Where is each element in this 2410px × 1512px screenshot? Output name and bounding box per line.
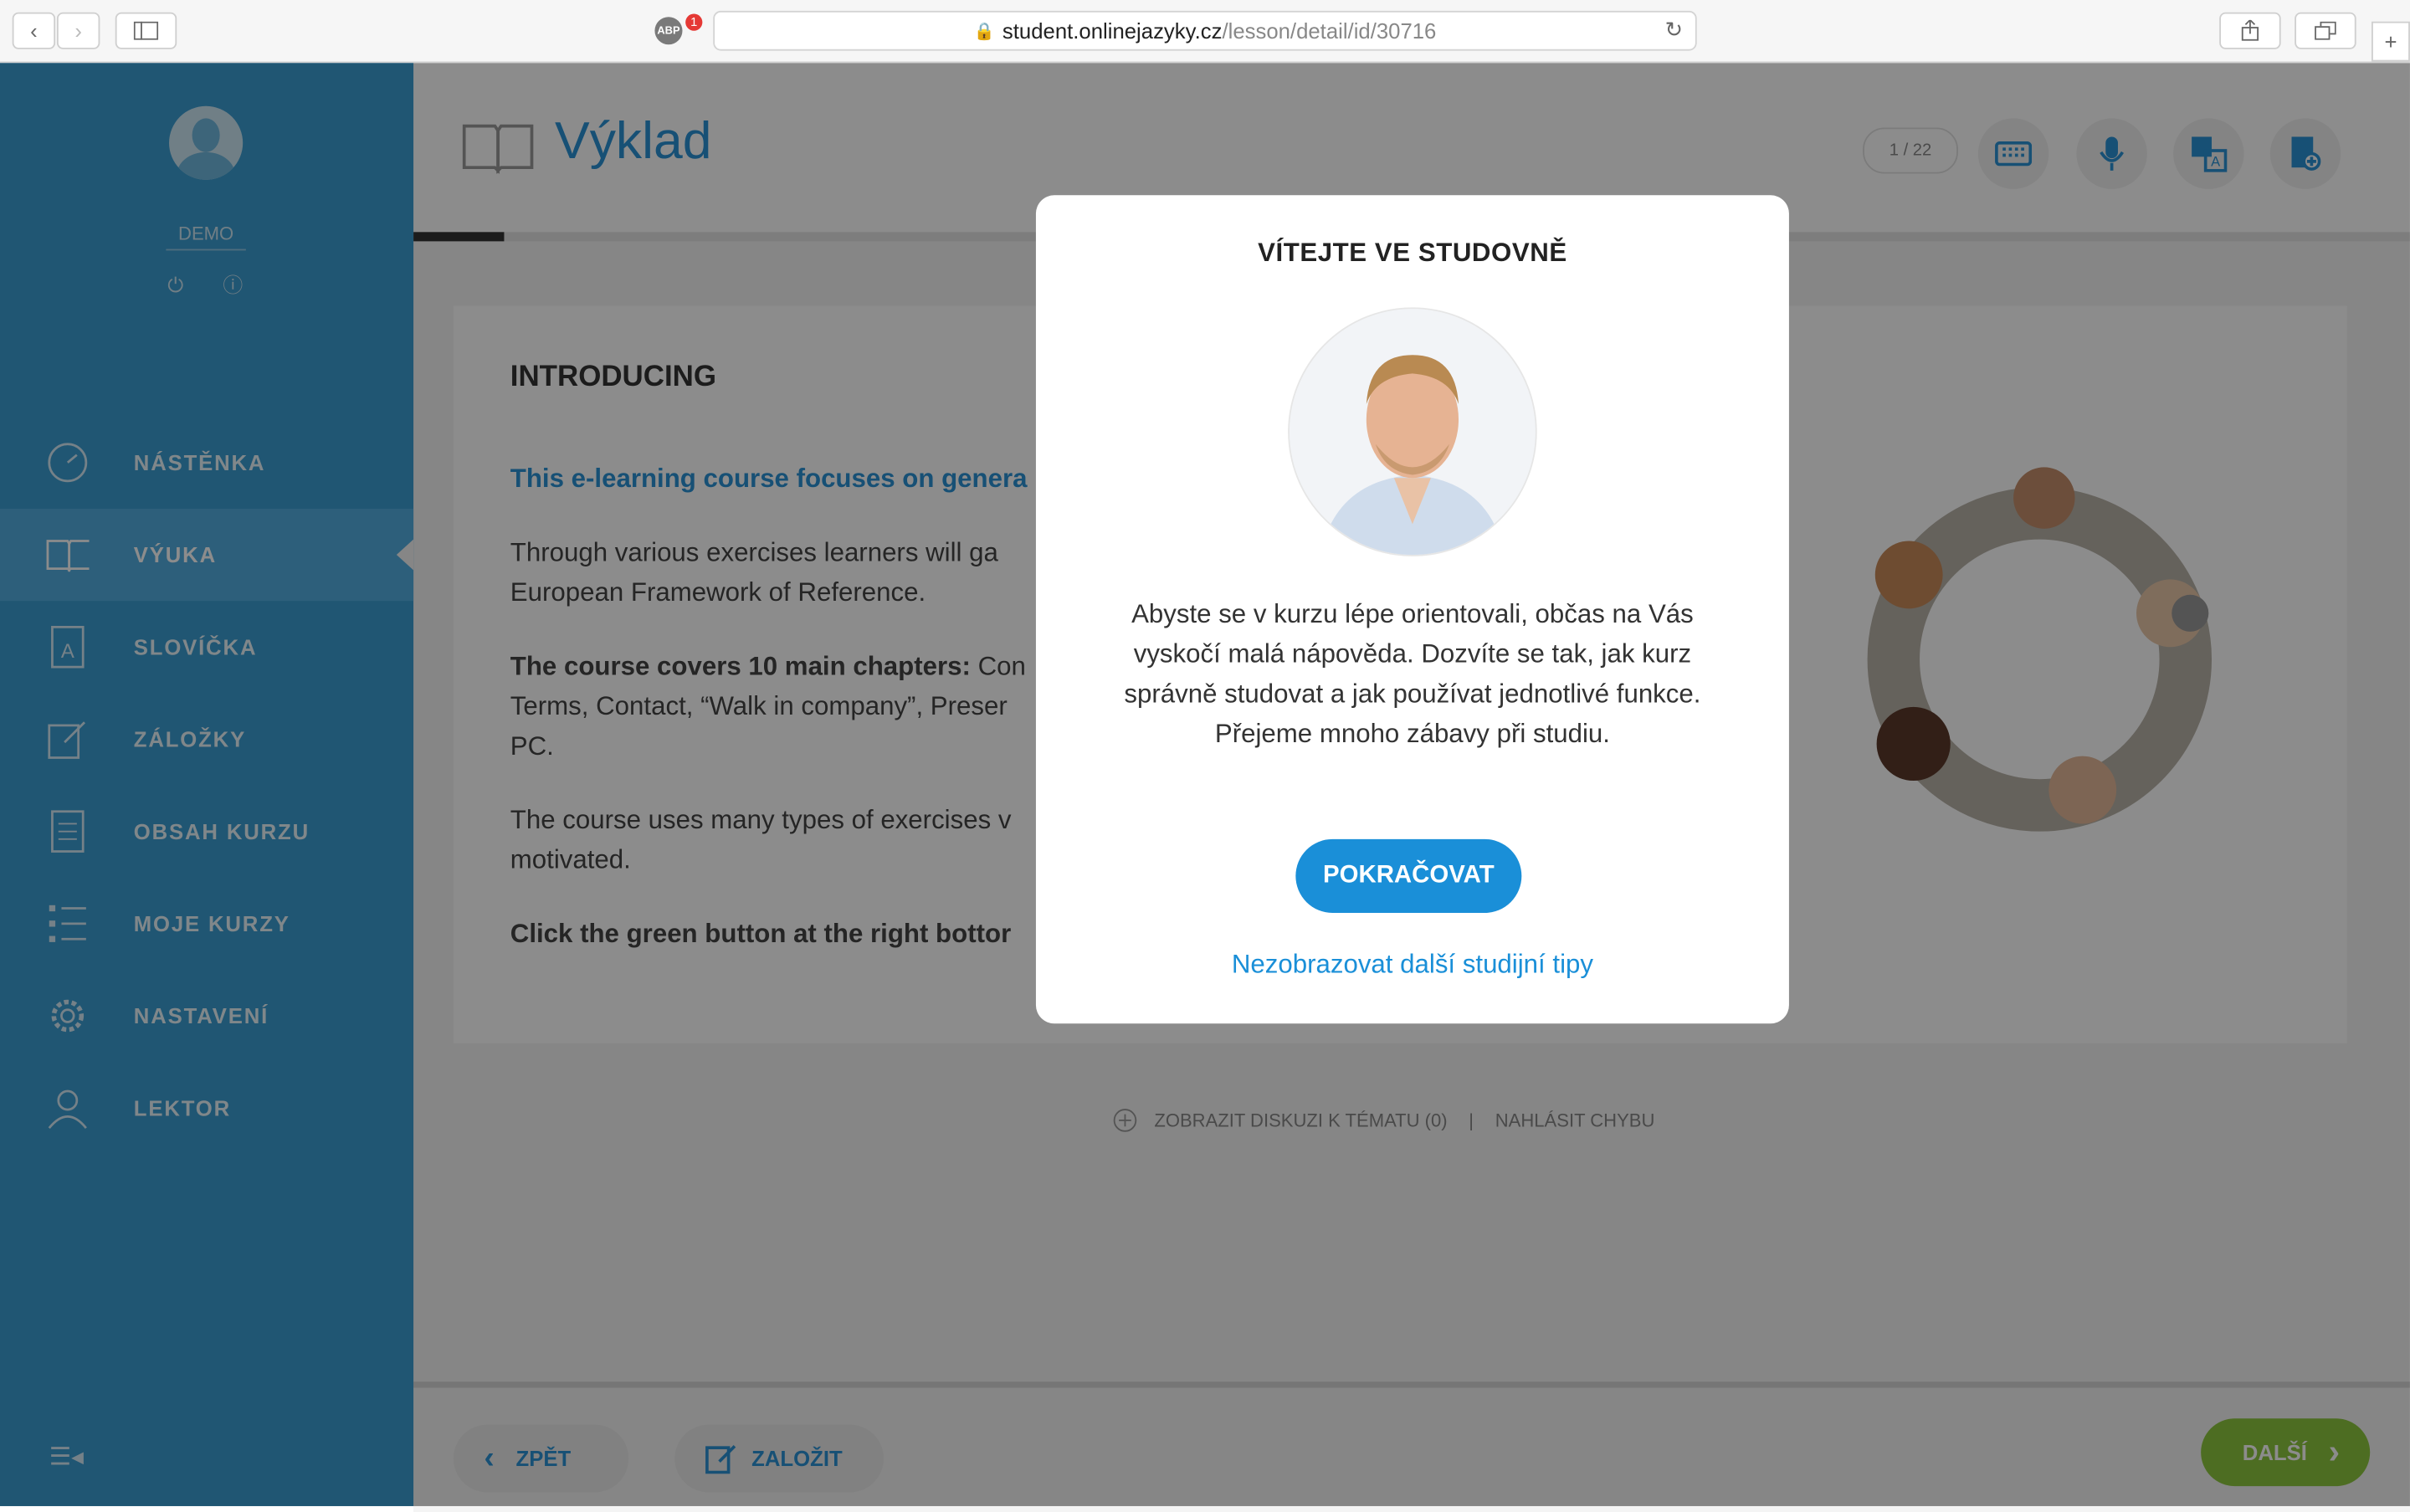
- share-icon: [2241, 19, 2259, 41]
- modal-text: Abyste se v kurzu lépe orientovali, obča…: [1082, 595, 1743, 755]
- url-host: student.onlinejazyky.cz: [1002, 18, 1223, 44]
- modal-text-line3: správně studovat a jak používat jednotli…: [1124, 679, 1701, 709]
- welcome-modal: VÍTEJTE VE STUDOVNĚ Abyste se v kurzu lé…: [1035, 195, 1789, 1024]
- new-tab-button[interactable]: +: [2372, 21, 2410, 62]
- dismiss-tips-link[interactable]: Nezobrazovat další studijní tipy: [1036, 950, 1789, 981]
- address-bar[interactable]: 🔒 student.onlinejazyky.cz/lesson/detail/…: [713, 10, 1697, 51]
- lector-portrait: [1288, 307, 1537, 556]
- adblock-extension-button[interactable]: ABP 1: [638, 13, 703, 49]
- browser-toolbar: ‹ › ABP 1 🔒 student.onlinejazyky.cz/less…: [0, 0, 2410, 64]
- modal-title: VÍTEJTE VE STUDOVNĚ: [1258, 238, 1567, 268]
- tabs-overview-button[interactable]: [2295, 12, 2356, 49]
- forward-nav-button[interactable]: ›: [56, 12, 100, 49]
- modal-text-line2: vyskočí malá nápověda. Dozvíte se tak, j…: [1133, 639, 1692, 669]
- lock-icon: 🔒: [973, 22, 995, 41]
- adblock-icon: ABP: [654, 17, 683, 45]
- url-path: /lesson/detail/id/30716: [1222, 18, 1437, 44]
- adblock-count-badge: 1: [685, 13, 703, 31]
- share-button[interactable]: [2219, 12, 2281, 49]
- sidebar-toggle-button[interactable]: [115, 12, 177, 49]
- continue-button[interactable]: POKRAČOVAT: [1295, 838, 1522, 913]
- tabs-icon: [2315, 21, 2336, 40]
- back-nav-button[interactable]: ‹: [12, 12, 56, 49]
- modal-text-line4: Přejeme mnoho zábavy při studiu.: [1214, 719, 1610, 749]
- reload-icon[interactable]: ↻: [1665, 17, 1684, 43]
- modal-text-line1: Abyste se v kurzu lépe orientovali, obča…: [1131, 599, 1694, 629]
- sidebar-toggle-icon: [133, 21, 159, 40]
